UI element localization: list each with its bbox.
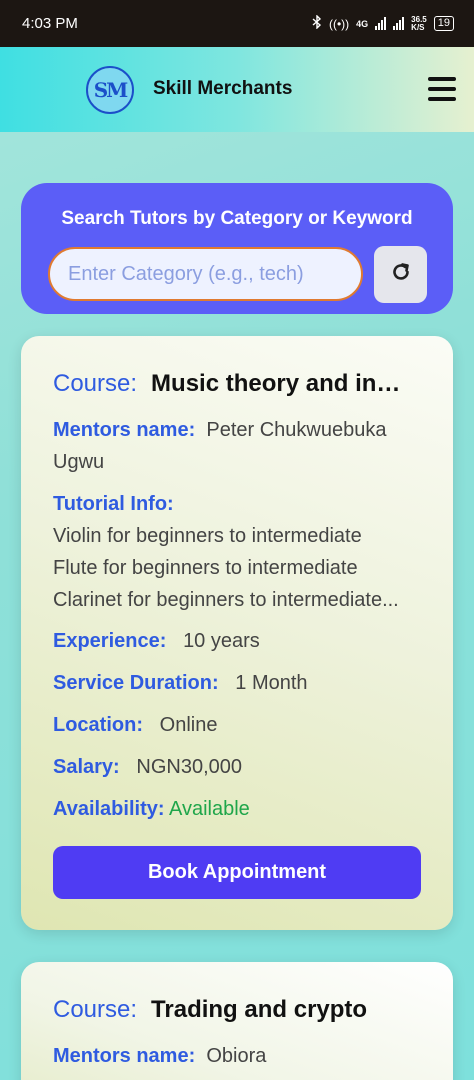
network-type-label: 4G bbox=[356, 18, 369, 29]
search-panel: Search Tutors by Category or Keyword bbox=[21, 183, 453, 314]
mentor-name: Obiora bbox=[206, 1045, 267, 1067]
hotspot-icon: ((•)) bbox=[328, 16, 350, 31]
experience-label: Experience: bbox=[53, 630, 167, 652]
mentor-row: Mentors name: Peter Chukwuebuka Ugwu bbox=[53, 414, 423, 478]
course-label: Course: bbox=[53, 370, 138, 397]
duration-value: 1 Month bbox=[235, 672, 308, 694]
tutorial-line: Violin for beginners to intermediate bbox=[53, 525, 362, 547]
tutor-card: Course: Trading and crypto Mentors name: … bbox=[21, 962, 453, 1080]
experience-value: 10 years bbox=[183, 630, 260, 652]
duration-label: Service Duration: bbox=[53, 672, 219, 694]
availability-status: Available bbox=[168, 798, 250, 820]
app-header: SM Skill Merchants bbox=[0, 47, 474, 132]
duration-row: Service Duration: 1 Month bbox=[53, 667, 308, 699]
location-value: Online bbox=[159, 714, 218, 736]
signal-strength-icon bbox=[375, 17, 387, 30]
battery-icon: 19 bbox=[433, 16, 454, 31]
availability-label: Availability: bbox=[53, 798, 165, 820]
brand-logo[interactable]: SM bbox=[86, 66, 134, 114]
network-speed: 36.5 K/S bbox=[411, 14, 427, 32]
hamburger-menu-icon[interactable] bbox=[428, 77, 456, 101]
mentor-label: Mentors name: bbox=[53, 1045, 196, 1067]
course-label: Course: bbox=[53, 996, 138, 1023]
mentor-row: Mentors name: Obiora bbox=[53, 1040, 266, 1072]
location-label: Location: bbox=[53, 714, 143, 736]
signal-strength-icon-2 bbox=[393, 17, 405, 30]
book-appointment-button[interactable]: Book Appointment bbox=[53, 846, 421, 899]
refresh-button[interactable] bbox=[374, 246, 427, 303]
tutor-card: Course: Music theory and instruments Ment… bbox=[21, 336, 453, 930]
course-name: Music theory and instruments bbox=[151, 370, 404, 397]
salary-value: NGN30,000 bbox=[136, 756, 243, 778]
search-input[interactable] bbox=[48, 247, 363, 301]
bluetooth-icon bbox=[312, 14, 322, 32]
location-row: Location: Online bbox=[53, 709, 217, 741]
course-row: Course: Music theory and instruments bbox=[53, 370, 403, 398]
salary-row: Salary: NGN30,000 bbox=[53, 751, 242, 783]
status-bar: 4:03 PM ((•)) 4G 36.5 K/S 19 bbox=[0, 0, 474, 47]
course-row: Course: Trading and crypto bbox=[53, 996, 367, 1024]
availability-row: Availability: Available bbox=[53, 793, 250, 825]
tutorial-label-row: Tutorial Info: bbox=[53, 488, 174, 520]
search-title: Search Tutors by Category or Keyword bbox=[61, 208, 413, 229]
mentor-label: Mentors name: bbox=[53, 419, 196, 441]
status-time: 4:03 PM bbox=[22, 15, 78, 32]
refresh-icon bbox=[390, 261, 412, 288]
course-name: Trading and crypto bbox=[151, 996, 368, 1023]
tutorial-line: Clarinet for beginners to intermediate..… bbox=[53, 589, 399, 611]
salary-label: Salary: bbox=[53, 756, 120, 778]
experience-row: Experience: 10 years bbox=[53, 625, 260, 657]
tutorial-line: Flute for beginners to intermediate bbox=[53, 557, 358, 579]
status-icons: ((•)) 4G 36.5 K/S 19 bbox=[312, 14, 454, 32]
brand-name[interactable]: Skill Merchants bbox=[153, 78, 292, 100]
tutorial-label: Tutorial Info: bbox=[53, 493, 174, 515]
